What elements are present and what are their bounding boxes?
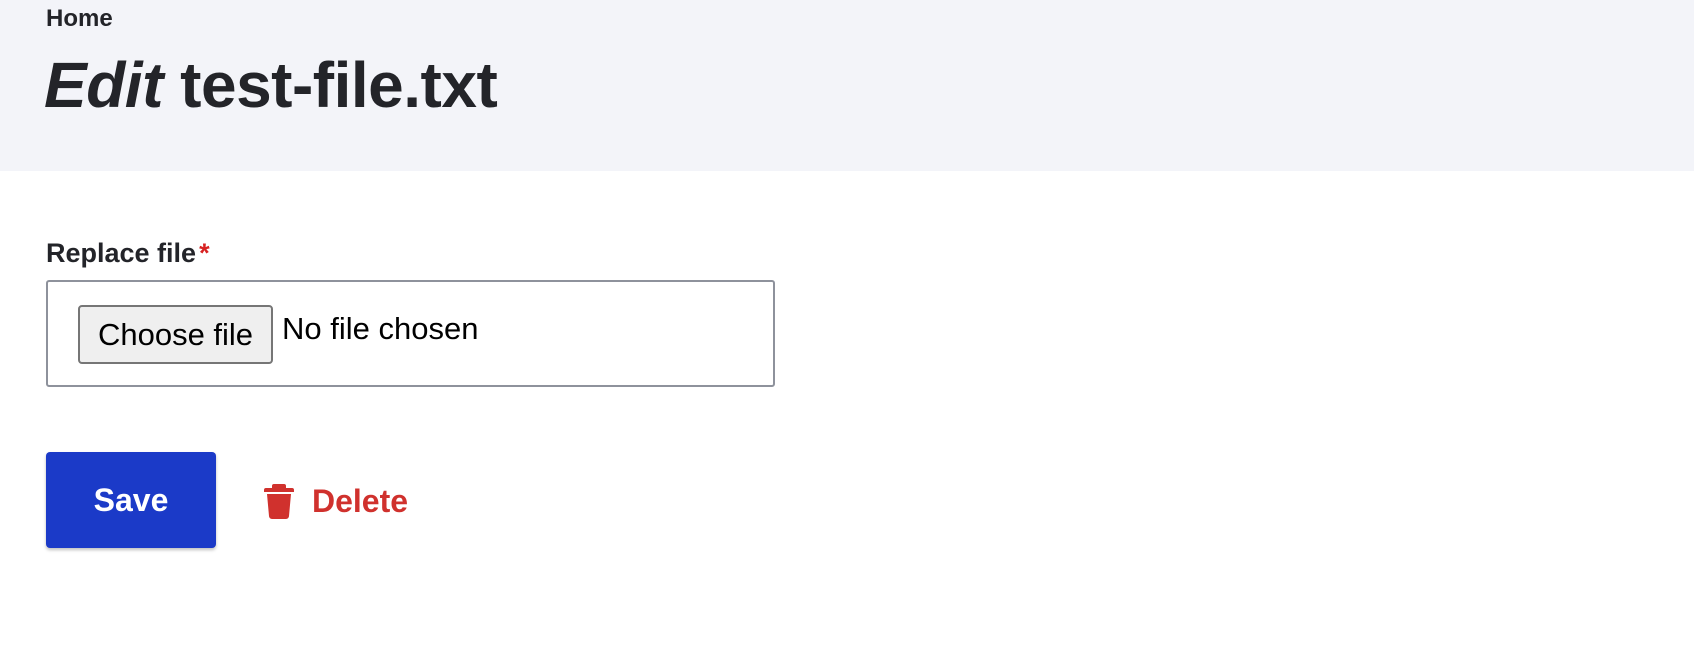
page-title-prefix: Edit xyxy=(44,49,163,121)
page-title-filename: test-file.txt xyxy=(180,49,498,121)
replace-file-label-text: Replace file xyxy=(46,238,197,268)
required-marker: * xyxy=(199,238,210,268)
trash-icon xyxy=(264,483,294,519)
delete-link[interactable]: Delete xyxy=(264,478,408,524)
replace-file-label: Replace file * xyxy=(46,236,210,270)
replace-file-field: Choose file No file chosen xyxy=(46,280,775,387)
page-title: Edit test-file.txt xyxy=(44,45,498,125)
delete-label: Delete xyxy=(312,482,409,519)
save-button[interactable]: Save xyxy=(46,452,216,548)
choose-file-button[interactable]: Choose file xyxy=(78,305,273,364)
page-header: Home Edit test-file.txt xyxy=(0,0,1694,171)
file-status-text: No file chosen xyxy=(282,311,479,346)
breadcrumb-home[interactable]: Home xyxy=(46,5,113,33)
